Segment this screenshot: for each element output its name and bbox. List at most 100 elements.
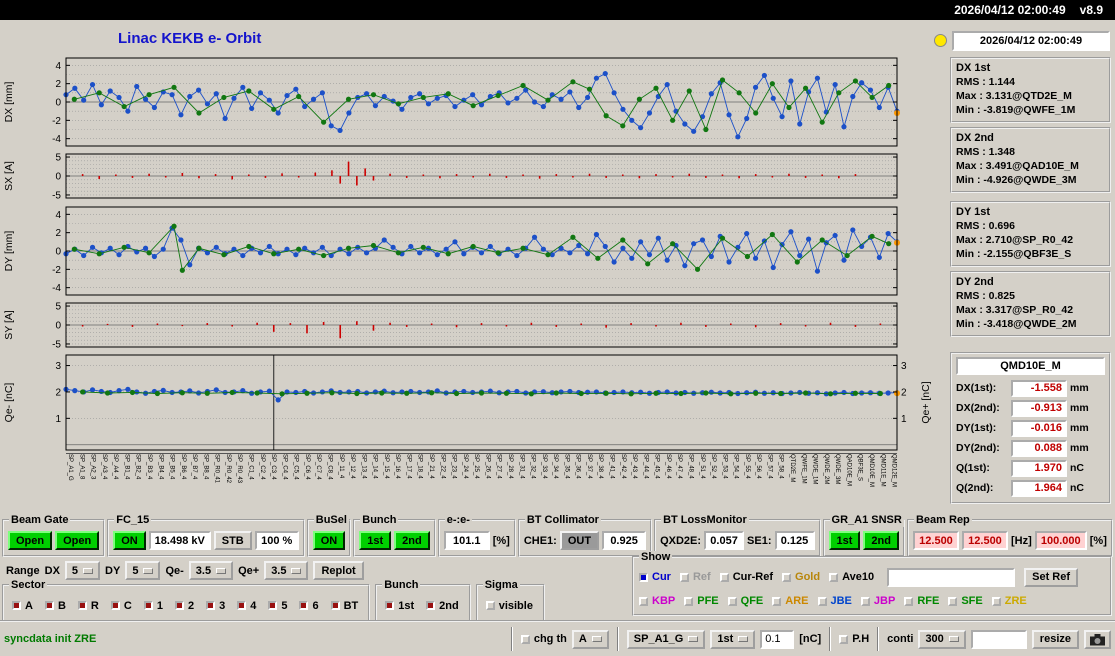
beam-gate-open-1-button[interactable]: Open [8, 531, 53, 550]
svg-text:-4: -4 [52, 283, 61, 294]
checkbox-icon [426, 601, 436, 610]
show-checkbox-jbe[interactable]: JBE [817, 595, 852, 607]
show-checkbox-zre[interactable]: ZRE [991, 595, 1027, 607]
checkbox-label: 2nd [439, 599, 459, 612]
range-qem-dropdown[interactable]: 3.5 [188, 561, 234, 580]
qxd2e-value-field: 0.057 [704, 531, 745, 550]
show-checkbox-sfe[interactable]: SFE [948, 595, 983, 607]
show-group: Show Cur Ref Cur-Ref Gold Ave10 Set Ref KBP P… [632, 551, 1112, 616]
show-checkbox-cur[interactable]: Cur [639, 571, 671, 583]
replot-button[interactable]: Replot [313, 561, 364, 580]
x-axis-label: SP_36_4 [574, 454, 581, 479]
checkbox-icon [679, 572, 689, 582]
snapshot-button[interactable] [1084, 629, 1111, 649]
beam-gate-open-2-button[interactable]: Open [55, 531, 100, 550]
range-qep-dropdown[interactable]: 3.5 [264, 561, 309, 580]
dy-orbit-chart: 4 2 0 -2 -4 DY [mm] [3, 206, 900, 296]
range-dy-dropdown[interactable]: 5 [125, 561, 161, 580]
x-axis-label: SP_31_4 [518, 454, 525, 479]
stats-dx-2nd: DX 2nd RMS : 1.348 Max : 3.491@QAD10E_M … [950, 127, 1111, 193]
sector-checkbox-5[interactable]: 5 [268, 600, 287, 612]
fc15-stb-button[interactable]: STB [213, 531, 252, 550]
x-axis-label: SP_24_4 [461, 454, 468, 479]
x-axis-label: SP_B6_4 [179, 454, 186, 480]
range-dx-dropdown[interactable]: 5 [64, 561, 101, 580]
checkbox-icon [782, 572, 792, 582]
page-title: Linac KEKB e- Orbit [118, 30, 262, 47]
threshold-input[interactable] [760, 629, 795, 649]
x-axis-label: SP_A2_3 [89, 454, 96, 480]
busel-group: BuSel ON [306, 514, 352, 557]
show-checkbox-qfe[interactable]: QFE [727, 595, 763, 607]
sector-checkbox-b[interactable]: B [44, 600, 66, 612]
bunch-checkbox-1st[interactable]: 1st [385, 600, 414, 612]
chg-th-checkbox[interactable]: chg th [520, 633, 567, 645]
x-axis-label: QWFE_1M [800, 454, 807, 484]
checkbox-label: Ave10 [842, 571, 875, 583]
sector-checkbox-3[interactable]: 3 [206, 600, 225, 612]
show-checkbox-rfe[interactable]: RFE [904, 595, 939, 607]
extra-input[interactable] [970, 629, 1027, 649]
show-checkbox-pfe[interactable]: PFE [684, 595, 719, 607]
x-axis-label: SP_B5_4 [168, 454, 175, 480]
x-axis-label: SP_12_4 [349, 454, 356, 479]
sector-checkbox-1[interactable]: 1 [143, 600, 163, 612]
titlebar-datetime: 2026/04/12 02:00:49 [954, 3, 1066, 17]
checkbox-icon [772, 596, 782, 606]
show-checkbox-are[interactable]: ARE [772, 595, 809, 607]
svg-text:-2: -2 [52, 116, 61, 127]
sector-checkbox-bt[interactable]: BT [330, 600, 358, 612]
svg-text:-5: -5 [52, 190, 61, 200]
monitor-row: DY(2nd): 0.088 mm [956, 438, 1105, 458]
x-axis-label: SP_B7_4 [191, 454, 198, 480]
ph-checkbox[interactable]: P.H [839, 633, 869, 645]
sector-a-dropdown[interactable]: A [571, 629, 609, 649]
svg-text:2: 2 [55, 79, 61, 90]
show-checkbox-ref[interactable]: Ref [679, 571, 711, 583]
show-checkbox-gold[interactable]: Gold [782, 571, 820, 583]
checkbox-label: 5 [281, 599, 288, 612]
range-label: Range [6, 564, 40, 577]
bpm-dropdown[interactable]: SP_A1_G [626, 629, 706, 649]
sector-checkbox-6[interactable]: 6 [299, 600, 319, 612]
show-checkbox-jbp[interactable]: JBP [860, 595, 895, 607]
ref-name-input[interactable] [887, 567, 1016, 587]
beam-rep-group: Beam Rep 12.500 12.500 [Hz] 100.000 [%] [906, 514, 1113, 557]
gr-a1-snsr-group: GR_A1 SNSR 1st 2nd [822, 514, 905, 557]
bunch-2nd-button[interactable]: 2nd [394, 531, 430, 550]
sigma-visible-checkbox[interactable]: visible [485, 600, 533, 612]
fc15-kv-field[interactable]: 18.498 kV [148, 531, 211, 550]
x-axis-label: SP_16_4 [394, 454, 401, 479]
sector-checkbox-c[interactable]: C [110, 600, 132, 612]
busel-on-button[interactable]: ON [312, 531, 346, 550]
status-message: syncdata init ZRE [4, 633, 97, 645]
bunch-group: Bunch 1st 2nd [353, 514, 436, 557]
fc15-on-button[interactable]: ON [113, 531, 146, 550]
snsr-2nd-button[interactable]: 2nd [863, 531, 899, 550]
checkbox-icon [719, 572, 729, 582]
snsr-1st-button[interactable]: 1st [828, 531, 861, 550]
x-axis-label: SP_15_4 [382, 454, 389, 479]
sector-checkbox-a[interactable]: A [12, 600, 33, 612]
bunch-checkbox-2nd[interactable]: 2nd [426, 600, 459, 612]
checkbox-label: PFE [697, 595, 719, 607]
bunch-dropdown[interactable]: 1st [710, 629, 756, 649]
ee-ratio-field[interactable]: 101.1 [443, 531, 490, 550]
monitor-value: 1.964 [1011, 479, 1067, 497]
sector-checkbox-r[interactable]: R [77, 600, 99, 612]
sector-checkbox-2[interactable]: 2 [174, 600, 194, 612]
range-qep-label: Qe+ [238, 564, 260, 577]
show-checkbox-cur-ref[interactable]: Cur-Ref [719, 571, 773, 583]
set-ref-button[interactable]: Set Ref [1024, 567, 1079, 587]
fc15-percent-field[interactable]: 100 % [254, 531, 299, 550]
sector-checkbox-4[interactable]: 4 [237, 600, 256, 612]
resize-button[interactable]: resize [1031, 629, 1079, 649]
x-axis-label: SP_44_4 [642, 454, 649, 479]
che1-out-button[interactable]: OUT [559, 531, 600, 550]
svg-text:0: 0 [55, 247, 61, 258]
show-checkbox-kbp[interactable]: KBP [639, 595, 675, 607]
interval-dropdown[interactable]: 300 [918, 629, 966, 649]
checkbox-label: 4 [250, 599, 257, 612]
show-checkbox-ave10[interactable]: Ave10 [829, 571, 874, 583]
bunch-1st-button[interactable]: 1st [359, 531, 392, 550]
